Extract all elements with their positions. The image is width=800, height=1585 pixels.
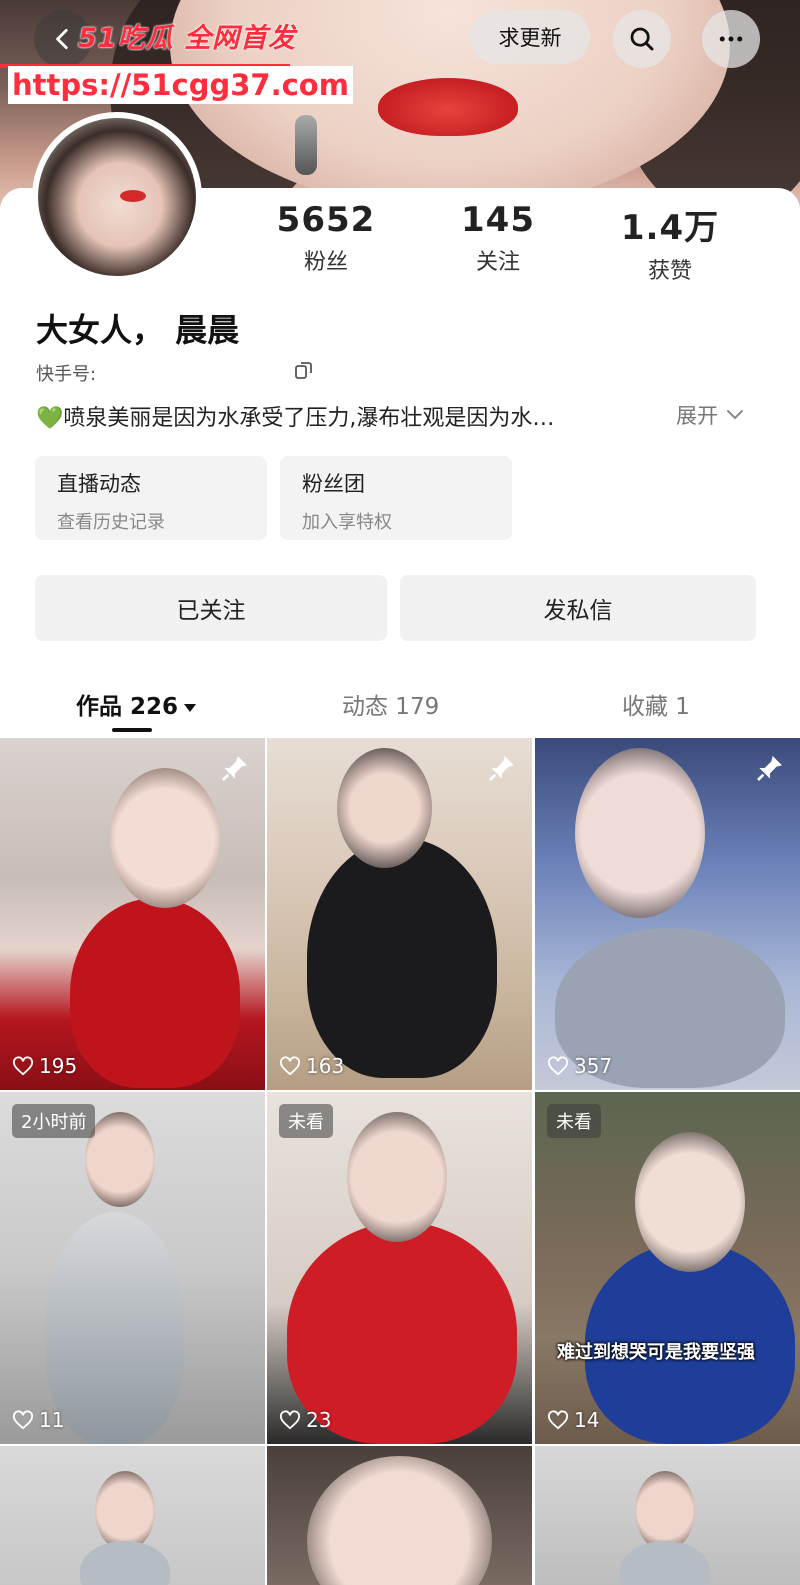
like-count-value: 357 — [574, 1054, 613, 1078]
expand-bio-button[interactable]: 展开 — [676, 400, 744, 430]
stat-likes[interactable]: 1.4万 获赞 — [590, 200, 750, 285]
like-count-value: 11 — [39, 1408, 65, 1432]
expand-label: 展开 — [676, 404, 718, 428]
heart-icon — [280, 1056, 300, 1076]
back-icon — [56, 28, 68, 50]
fan-club-card[interactable]: 粉丝团 加入享特权 — [280, 456, 512, 540]
more-icon — [719, 36, 743, 42]
stat-value: 5652 — [276, 200, 376, 240]
video-thumbnail[interactable]: 357 — [535, 738, 800, 1090]
like-count: 23 — [279, 1408, 331, 1432]
video-thumbnail[interactable]: 未看 难过到想哭可是我要坚强 14 — [535, 1092, 800, 1444]
more-button[interactable] — [702, 10, 760, 68]
like-count: 11 — [12, 1408, 64, 1432]
unwatched-badge: 未看 — [279, 1104, 333, 1138]
live-history-card[interactable]: 直播动态 查看历史记录 — [35, 456, 267, 540]
stat-following[interactable]: 145 关注 — [418, 200, 578, 276]
like-count-value: 195 — [39, 1054, 78, 1078]
stat-value: 145 — [461, 200, 535, 240]
dropdown-arrow-icon — [184, 703, 197, 712]
stat-fans[interactable]: 5652 粉丝 — [246, 200, 406, 276]
video-caption: 难过到想哭可是我要坚强 — [557, 1342, 755, 1363]
video-thumbnail[interactable]: 2小时前 11 — [0, 1092, 265, 1444]
user-id-label: 快手号: — [36, 364, 97, 385]
video-thumbnail[interactable]: 195 — [0, 738, 265, 1090]
chevron-down-icon — [727, 410, 743, 420]
search-icon — [630, 27, 654, 51]
time-badge: 2小时前 — [12, 1104, 96, 1138]
video-thumbnail[interactable] — [0, 1446, 265, 1585]
tab-works[interactable]: 作品 226 — [76, 687, 197, 721]
unwatched-badge: 未看 — [547, 1104, 601, 1138]
avatar[interactable] — [32, 112, 202, 282]
like-count-value: 23 — [306, 1408, 332, 1432]
like-count: 195 — [12, 1054, 77, 1078]
profile-page: 51吃瓜 全网首发 https://51cgg37.com 求更新 5652 粉… — [0, 0, 800, 1585]
like-count: 163 — [279, 1054, 344, 1078]
followed-button[interactable]: 已关注 — [35, 575, 387, 641]
like-count-value: 163 — [306, 1054, 345, 1078]
video-thumbnail[interactable]: 未看 23 — [267, 1092, 532, 1444]
green-heart-icon: 💚 — [36, 406, 64, 431]
profile-bio: 💚喷泉美丽是因为水承受了压力,瀑布壮观是因为水… — [36, 400, 656, 432]
active-tab-indicator — [112, 728, 152, 732]
video-thumbnail[interactable] — [267, 1446, 532, 1585]
stat-value: 1.4万 — [620, 208, 720, 248]
tab-label: 作品 226 — [76, 694, 179, 720]
tab-favorites[interactable]: 收藏 1 — [622, 687, 690, 721]
stat-label: 关注 — [475, 250, 520, 275]
heart-icon — [548, 1410, 568, 1430]
tab-moments[interactable]: 动态 179 — [342, 687, 439, 721]
watermark-url: https://51cgg37.com — [8, 66, 353, 104]
like-count-value: 14 — [574, 1408, 600, 1432]
profile-name: 大女人， 晨晨 — [36, 311, 240, 349]
card-title: 直播动态 — [57, 472, 141, 496]
watermark-logo: 51吃瓜 全网首发 — [78, 23, 296, 54]
pin-icon — [757, 756, 782, 781]
card-subtitle: 加入享特权 — [302, 512, 392, 533]
like-count: 357 — [547, 1054, 612, 1078]
card-subtitle: 查看历史记录 — [57, 512, 165, 533]
stat-label: 获赞 — [647, 259, 692, 284]
request-update-button[interactable]: 求更新 — [470, 10, 590, 64]
search-button[interactable] — [613, 10, 671, 68]
pin-icon — [222, 756, 247, 781]
heart-icon — [13, 1410, 33, 1430]
video-thumbnail[interactable]: 163 — [267, 738, 532, 1090]
card-title: 粉丝团 — [302, 472, 365, 496]
like-count: 14 — [547, 1408, 599, 1432]
pin-icon — [489, 756, 514, 781]
video-thumbnail[interactable] — [535, 1446, 800, 1585]
copy-icon[interactable] — [294, 360, 314, 380]
heart-icon — [280, 1410, 300, 1430]
message-button[interactable]: 发私信 — [400, 575, 756, 641]
bio-text: 喷泉美丽是因为水承受了压力,瀑布壮观是因为水… — [63, 406, 555, 431]
heart-icon — [13, 1056, 33, 1076]
stat-label: 粉丝 — [303, 250, 348, 275]
heart-icon — [548, 1056, 568, 1076]
